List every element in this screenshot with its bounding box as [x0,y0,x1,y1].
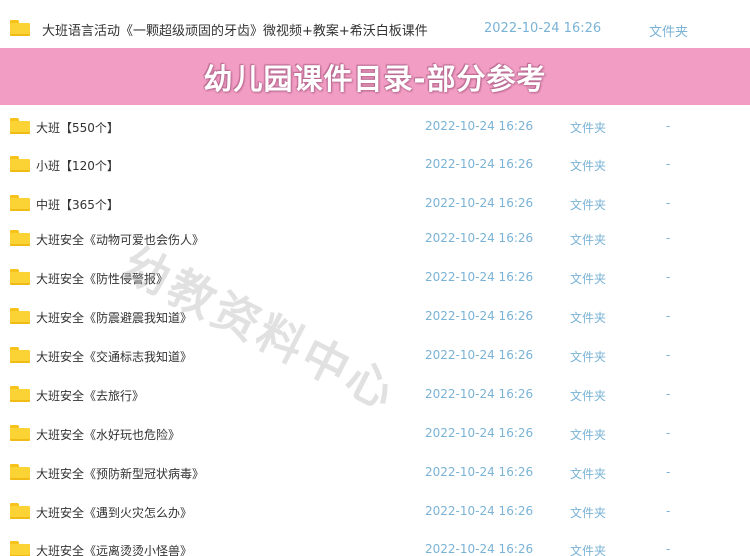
file-list-page: 大班语言活动《一颗超级顽固的牙齿》微视频+教案+希沃白板课件 2022-10-2… [0,0,750,556]
file-name: 大班安全《交通标志我知道》 [36,350,193,364]
folder-icon [10,308,30,324]
file-row[interactable]: 大班安全《预防新型冠状病毒》 2022-10-24 16:26 文件夹 - [0,458,750,488]
file-type: 文件夹 [649,25,689,40]
file-size: - [666,465,671,479]
folder-icon [10,230,30,246]
file-row[interactable]: 中班【365个】 2022-10-24 16:26 文件夹 - [0,189,750,219]
folder-icon [10,386,30,402]
file-type: 文件夹 [570,389,607,403]
file-type: 文件夹 [570,198,607,212]
file-row[interactable]: 大班安全《远离烫烫小怪兽》 2022-10-24 16:26 文件夹 - [0,535,750,556]
file-size: - [666,426,671,440]
file-type: 文件夹 [570,311,607,325]
file-name: 大班安全《水好玩也危险》 [36,428,181,442]
file-size: - [666,231,671,245]
file-size: - [666,387,671,401]
file-name: 大班安全《动物可爱也会伤人》 [36,233,205,247]
file-row[interactable]: 大班安全《防震避震我知道》 2022-10-24 16:26 文件夹 - [0,302,750,332]
file-name: 大班安全《遇到火灾怎么办》 [36,506,193,520]
file-date: 2022-10-24 16:26 [425,542,534,556]
file-name: 大班安全《防性侵警报》 [36,272,169,286]
file-type: 文件夹 [570,159,607,173]
file-date: 2022-10-24 16:26 [425,231,534,245]
file-type: 文件夹 [570,467,607,481]
file-name: 小班【120个】 [36,159,119,173]
file-date: 2022-10-24 16:26 [425,465,534,479]
file-date: 2022-10-24 16:26 [425,387,534,401]
file-row[interactable]: 小班【120个】 2022-10-24 16:26 文件夹 - [0,150,750,180]
file-date: 2022-10-24 16:26 [425,348,534,362]
file-type: 文件夹 [570,506,607,520]
file-date: 2022-10-24 16:26 [425,270,534,284]
file-size: - [666,157,671,171]
folder-icon [10,195,30,211]
folder-icon [10,347,30,363]
folder-icon [10,156,30,172]
file-name: 大班安全《预防新型冠状病毒》 [36,467,205,481]
file-size: - [666,504,671,518]
file-date: 2022-10-24 16:26 [425,196,534,210]
banner-title: 幼儿园课件目录-部分参考 [203,61,547,96]
file-name: 大班【550个】 [36,121,119,135]
file-size: - [666,270,671,284]
folder-icon [10,503,30,519]
title-banner: 幼儿园课件目录-部分参考 [0,48,750,105]
folder-icon [10,541,30,556]
file-type: 文件夹 [570,428,607,442]
folder-icon [10,269,30,285]
file-row[interactable]: 大班安全《去旅行》 2022-10-24 16:26 文件夹 - [0,380,750,410]
file-row[interactable]: 大班安全《交通标志我知道》 2022-10-24 16:26 文件夹 - [0,341,750,371]
file-date: 2022-10-24 16:26 [425,119,534,133]
file-type: 文件夹 [570,272,607,286]
file-type: 文件夹 [570,233,607,247]
file-date: 2022-10-24 16:26 [425,426,534,440]
file-row[interactable]: 大班安全《遇到火灾怎么办》 2022-10-24 16:26 文件夹 - [0,497,750,527]
file-row[interactable]: 大班安全《动物可爱也会伤人》 2022-10-24 16:26 文件夹 - [0,224,750,254]
file-date: 2022-10-24 16:26 [425,309,534,323]
file-type: 文件夹 [570,544,607,556]
file-name: 大班安全《远离烫烫小怪兽》 [36,544,193,556]
file-row[interactable]: 大班安全《防性侵警报》 2022-10-24 16:26 文件夹 - [0,263,750,293]
file-name: 大班安全《去旅行》 [36,389,145,403]
folder-icon [10,464,30,480]
file-date: 2022-10-24 16:26 [484,21,602,36]
file-date: 2022-10-24 16:26 [425,157,534,171]
file-size: - [666,348,671,362]
file-size: - [666,119,671,133]
file-name: 大班安全《防震避震我知道》 [36,311,193,325]
file-size: - [666,309,671,323]
file-size: - [666,196,671,210]
file-row[interactable]: 大班安全《水好玩也危险》 2022-10-24 16:26 文件夹 - [0,419,750,449]
file-type: 文件夹 [570,350,607,364]
folder-icon [10,118,30,134]
file-name: 中班【365个】 [36,198,119,212]
file-date: 2022-10-24 16:26 [425,504,534,518]
file-type: 文件夹 [570,121,607,135]
file-size: - [666,542,671,556]
folder-icon [10,425,30,441]
folder-icon [10,20,30,36]
file-name: 大班语言活动《一颗超级顽固的牙齿》微视频+教案+希沃白板课件 [42,24,428,39]
file-row[interactable]: 大班【550个】 2022-10-24 16:26 文件夹 - [0,112,750,142]
file-row-top[interactable]: 大班语言活动《一颗超级顽固的牙齿》微视频+教案+希沃白板课件 2022-10-2… [0,0,750,48]
